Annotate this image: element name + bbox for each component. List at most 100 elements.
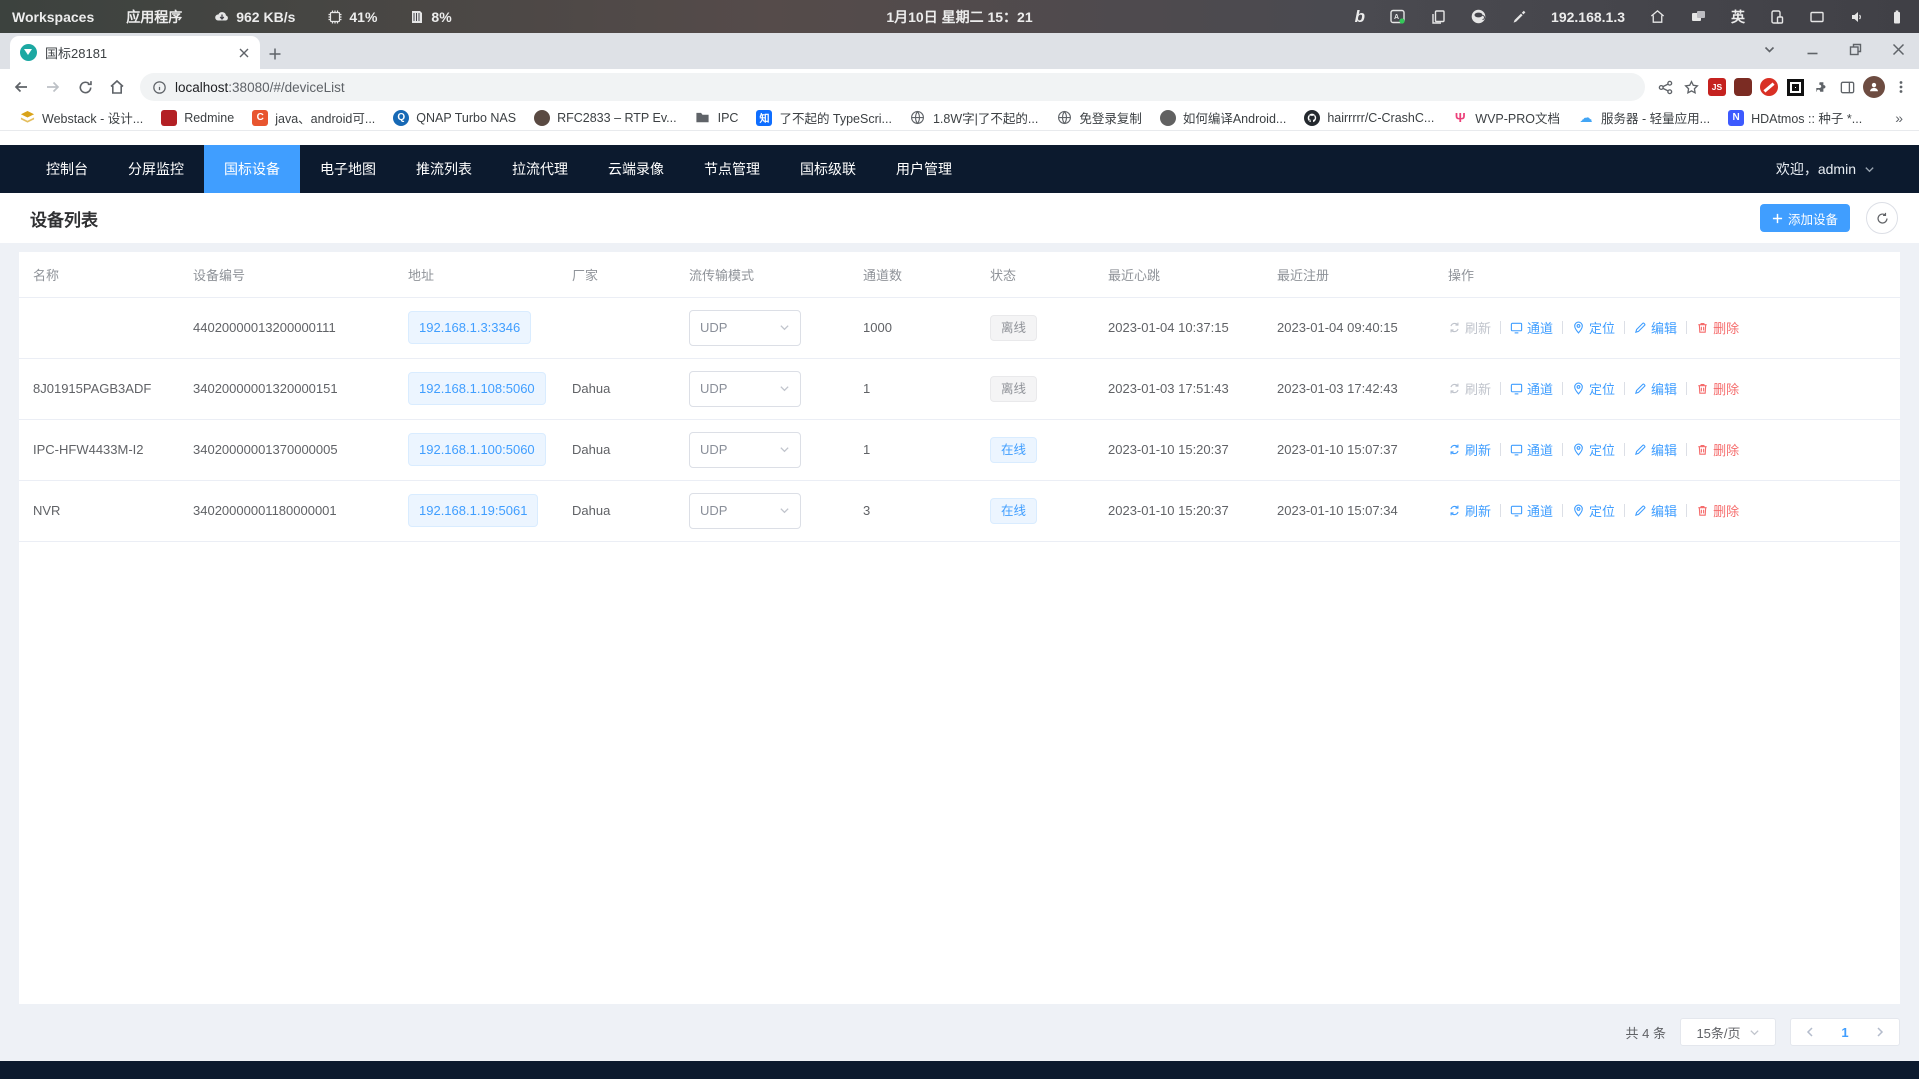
delete-action[interactable]: 删除 [1696,318,1739,337]
share-icon[interactable] [1655,77,1675,97]
home-tray-icon[interactable] [1649,8,1666,25]
bookmark-article[interactable]: 1.8W字|了不起的... [901,108,1047,127]
display-tray-icon[interactable] [1809,9,1825,25]
refresh-action[interactable]: 刷新 [1448,379,1491,398]
refresh-action[interactable]: 刷新 [1448,318,1491,337]
nav-item-gb-cascade[interactable]: 国标级联 [780,145,876,193]
bookmark-qnap[interactable]: QQNAP Turbo NAS [384,110,525,126]
browser-tab[interactable]: 国标28181 [10,36,260,69]
ip-address-indicator[interactable]: 192.168.1.3 [1551,9,1625,25]
bookmark-hdatmos[interactable]: NHDAtmos :: 种子 *... [1719,108,1871,127]
blocker-extension-icon[interactable] [1759,77,1779,97]
profile-avatar[interactable] [1863,76,1885,98]
window-close-button[interactable] [1892,43,1905,56]
browser-menu-icon[interactable] [1891,77,1911,97]
locate-action[interactable]: 定位 [1572,379,1615,398]
workspace-switcher-icon[interactable] [1690,8,1707,25]
refresh-list-button[interactable] [1866,202,1898,234]
cpu-usage-indicator[interactable]: 41% [327,9,377,25]
edit-action[interactable]: 编辑 [1634,440,1677,459]
forward-button[interactable] [40,74,66,100]
back-button[interactable] [8,74,34,100]
bookmark-android-build[interactable]: 如何编译Android... [1151,108,1296,127]
locate-action[interactable]: 定位 [1572,501,1615,520]
delete-action[interactable]: 删除 [1696,379,1739,398]
nav-item-push-streams[interactable]: 推流列表 [396,145,492,193]
battery-icon[interactable] [1889,9,1905,25]
nav-item-split-monitor[interactable]: 分屏监控 [108,145,204,193]
site-info-icon[interactable] [152,80,167,95]
nav-item-gb-devices[interactable]: 国标设备 [204,145,300,193]
user-menu[interactable]: 欢迎，admin [1776,159,1875,179]
clock-menu[interactable]: 1月10日 星期二 15：21 [886,7,1032,27]
window-minimize-button[interactable] [1806,43,1819,56]
channel-action[interactable]: 通道 [1510,501,1553,520]
bookmarks-overflow-chevron[interactable]: » [1889,110,1909,126]
nav-item-dashboard[interactable]: 控制台 [26,145,108,193]
bookmark-typescript[interactable]: 知了不起的 TypeScri... [747,108,901,127]
stream-mode-select[interactable]: UDP [689,432,801,468]
color-picker-tray-icon[interactable] [1511,9,1527,25]
edit-action[interactable]: 编辑 [1634,379,1677,398]
nav-item-pull-proxy[interactable]: 拉流代理 [492,145,588,193]
edit-action[interactable]: 编辑 [1634,318,1677,337]
stream-mode-select[interactable]: UDP [689,310,801,346]
stream-mode-select[interactable]: UDP [689,493,801,529]
phone-link-icon[interactable] [1769,9,1785,25]
js-extension-icon[interactable]: JS [1707,77,1727,97]
bookmark-folder-ipc[interactable]: IPC [686,110,748,126]
workspaces-button[interactable]: Workspaces [12,9,94,25]
redmine-icon [161,110,177,126]
nav-item-map[interactable]: 电子地图 [300,145,396,193]
nav-item-user-manage[interactable]: 用户管理 [876,145,972,193]
bookmark-cloud-server[interactable]: ☁服务器 - 轻量应用... [1569,108,1719,127]
reload-button[interactable] [72,74,98,100]
extensions-puzzle-icon[interactable] [1811,77,1831,97]
home-button[interactable] [104,74,130,100]
bookmark-star-icon[interactable] [1681,77,1701,97]
network-speed-indicator[interactable]: 962 KB/s [214,9,295,25]
bookmark-github[interactable]: hairrrrr/C-CrashC... [1295,110,1443,126]
tab-search-chevron-icon[interactable] [1763,43,1776,56]
new-tab-button[interactable] [268,47,282,61]
bookmark-wvp-docs[interactable]: ΨWVP-PRO文档 [1443,108,1569,127]
screenshot-tray-icon[interactable]: A [1389,8,1406,25]
refresh-action[interactable]: 刷新 [1448,440,1491,459]
bookmark-java-android[interactable]: Cjava、android可... [243,108,384,127]
stream-mode-select[interactable]: UDP [689,371,801,407]
edit-action[interactable]: 编辑 [1634,501,1677,520]
caffeine-tray-icon[interactable] [1470,8,1487,25]
memory-usage-indicator[interactable]: 8% [409,9,451,25]
prev-page-button[interactable] [1804,1026,1816,1038]
extension-icon[interactable] [1733,77,1753,97]
bing-tray-icon[interactable]: b [1355,7,1365,27]
delete-action[interactable]: 删除 [1696,440,1739,459]
volume-icon[interactable] [1849,9,1865,25]
clipboard-tray-icon[interactable] [1430,9,1446,25]
bookmark-webstack[interactable]: Webstack - 设计... [10,108,152,127]
locate-action[interactable]: 定位 [1572,440,1615,459]
bookmark-copy-free[interactable]: 免登录复制 [1047,108,1151,127]
page-size-select[interactable]: 15条/页 [1680,1018,1776,1046]
bookmark-redmine[interactable]: Redmine [152,110,243,126]
next-page-button[interactable] [1874,1026,1886,1038]
add-device-button[interactable]: 添加设备 [1760,204,1850,232]
locate-action[interactable]: 定位 [1572,318,1615,337]
refresh-action[interactable]: 刷新 [1448,501,1491,520]
nav-item-cloud-record[interactable]: 云端录像 [588,145,684,193]
delete-action[interactable]: 删除 [1696,501,1739,520]
channel-action[interactable]: 通道 [1510,379,1553,398]
cell-name: 8J01915PAGB3ADF [19,358,179,419]
address-bar[interactable]: localhost:38080/#/deviceList [140,73,1645,101]
current-page-button[interactable]: 1 [1841,1025,1848,1040]
qr-extension-icon[interactable] [1785,77,1805,97]
window-restore-button[interactable] [1849,43,1862,56]
channel-action[interactable]: 通道 [1510,440,1553,459]
input-method-indicator[interactable]: 英 [1731,7,1745,27]
bookmark-rfc2833[interactable]: RFC2833 – RTP Ev... [525,110,686,126]
side-panel-icon[interactable] [1837,77,1857,97]
tab-close-icon[interactable] [238,47,250,59]
nav-item-node-manage[interactable]: 节点管理 [684,145,780,193]
channel-action[interactable]: 通道 [1510,318,1553,337]
applications-menu[interactable]: 应用程序 [126,7,182,27]
